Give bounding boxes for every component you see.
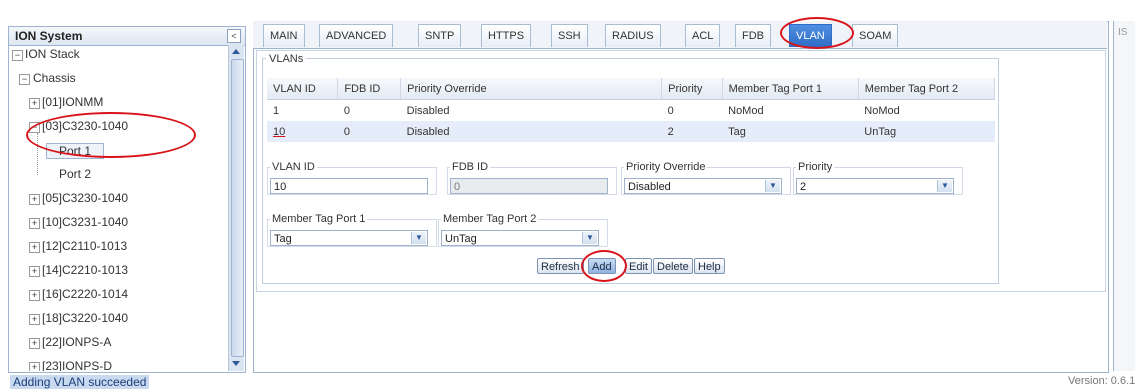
expand-icon[interactable]: +: [29, 362, 40, 371]
tab-main[interactable]: MAIN: [263, 24, 305, 47]
tab-advanced[interactable]: ADVANCED: [319, 24, 394, 47]
right-panel-stub: [1113, 21, 1135, 371]
col-header-member-tag-port-2[interactable]: Member Tag Port 2: [858, 78, 996, 100]
priority-select[interactable]: 2 ▼: [796, 178, 954, 194]
expand-icon[interactable]: +: [29, 98, 40, 109]
priority-override-value: Disabled: [628, 181, 671, 193]
vlans-group-legend: VLANs: [266, 53, 307, 65]
cell-priority: 2: [661, 121, 723, 142]
tree-node-05-c3230-1040[interactable]: [05]C3230-1040: [42, 191, 128, 205]
scroll-up-icon[interactable]: [232, 49, 240, 54]
scroll-down-icon[interactable]: [232, 361, 240, 366]
chevron-down-icon[interactable]: ▼: [582, 232, 597, 244]
chevron-down-icon[interactable]: ▼: [411, 232, 426, 244]
priority-override-select[interactable]: Disabled ▼: [624, 178, 782, 194]
member-tag-port-2-label: Member Tag Port 2: [441, 213, 539, 225]
tree-node-12-c2110-1013[interactable]: [12]C2110-1013: [42, 239, 127, 253]
tree-node-01-ionmm[interactable]: [01]IONMM: [42, 95, 103, 109]
tab-radius[interactable]: RADIUS: [605, 24, 661, 47]
col-header-member-tag-port-1[interactable]: Member Tag Port 1: [722, 78, 859, 100]
tree-scrollbar[interactable]: [228, 45, 244, 371]
member-tag-port-2-value: UnTag: [445, 233, 477, 245]
cell-member-tag-port-1: NoMod: [728, 104, 764, 117]
member-tag-port-1-select[interactable]: Tag ▼: [270, 230, 428, 246]
chevron-down-icon[interactable]: ▼: [937, 180, 952, 192]
col-header-vlan-id[interactable]: VLAN ID: [267, 78, 339, 100]
vlan-table: VLAN ID FDB ID Priority Override Priorit…: [267, 78, 996, 142]
cell-member-tag-port-2: NoMod: [864, 104, 900, 117]
tree-panel-title: ION System: [15, 29, 83, 43]
expand-icon[interactable]: +: [29, 218, 40, 229]
tree-node-port-2[interactable]: Port 2: [59, 167, 91, 181]
annotation-circle-vlan-tab: [780, 17, 854, 49]
annotation-circle-add-button: [581, 250, 627, 282]
member-tag-port-1-label: Member Tag Port 1: [270, 213, 368, 225]
delete-button[interactable]: Delete: [653, 258, 693, 274]
tab-acl[interactable]: ACL: [685, 24, 721, 47]
col-header-fdb-id[interactable]: FDB ID: [337, 78, 402, 100]
tab-fdb[interactable]: FDB: [735, 24, 771, 47]
table-row[interactable]: 1 0 Disabled 0 NoMod NoMod: [267, 100, 995, 122]
cell-priority: 0: [667, 104, 674, 117]
member-tag-port-1-value: Tag: [274, 233, 292, 245]
priority-value: 2: [800, 181, 807, 193]
chevron-down-icon[interactable]: ▼: [765, 180, 780, 192]
right-panel-label: IS: [1118, 27, 1128, 38]
cell-priority-override: Disabled: [400, 121, 662, 142]
cell-vlan-id: 10: [267, 121, 338, 142]
tree-node-10-c3231-1040[interactable]: [10]C3231-1040: [42, 215, 128, 229]
cell-fdb-id: 0: [337, 121, 401, 142]
tab-sntp[interactable]: SNTP: [418, 24, 462, 47]
col-header-priority[interactable]: Priority: [661, 78, 723, 100]
device-tree: − ION Stack − Chassis + [01]IONMM − [03]…: [9, 45, 227, 371]
priority-label: Priority: [796, 161, 835, 173]
tree-node-chassis[interactable]: Chassis: [33, 71, 76, 85]
collapse-icon[interactable]: −: [12, 50, 23, 61]
version-label: Version: 0.6.1: [1068, 375, 1135, 387]
expand-icon[interactable]: +: [29, 338, 40, 349]
cell-member-tag-port-1: Tag: [722, 121, 859, 142]
status-message: Adding VLAN succeeded: [10, 375, 150, 389]
expand-icon[interactable]: +: [29, 314, 40, 325]
collapse-icon[interactable]: −: [19, 74, 30, 85]
tree-node-14-c2210-1013[interactable]: [14]C2210-1013: [42, 263, 128, 277]
annotation-circle-port-1: [26, 112, 196, 158]
tree-node-22-ionps-a[interactable]: [22]IONPS-A: [42, 335, 111, 349]
expand-icon[interactable]: +: [29, 242, 40, 253]
scrollbar-thumb[interactable]: [231, 59, 244, 357]
status-bar: [0, 373, 1135, 391]
tree-node-18-c3220-1040[interactable]: [18]C3220-1040: [42, 311, 128, 325]
tab-https[interactable]: HTTPS: [481, 24, 532, 47]
tab-ssh[interactable]: SSH: [551, 24, 588, 47]
tree-panel-header: ION System <: [8, 26, 246, 46]
expand-icon[interactable]: +: [29, 194, 40, 205]
refresh-button[interactable]: Refresh: [537, 258, 584, 274]
cell-priority-override: Disabled: [406, 104, 450, 117]
tree-node-23-ionps-d[interactable]: [23]IONPS-D: [42, 359, 112, 371]
edit-button[interactable]: Edit: [625, 258, 652, 274]
expand-icon[interactable]: +: [29, 266, 40, 277]
help-button[interactable]: Help: [694, 258, 725, 274]
vlan-id-input[interactable]: 10: [270, 178, 428, 194]
fdb-id-label: FDB ID: [450, 161, 491, 173]
table-row-selected[interactable]: 10 0 Disabled 2 Tag UnTag: [267, 121, 995, 142]
tab-soam[interactable]: SOAM: [852, 24, 899, 47]
cell-fdb-id: 0: [343, 104, 350, 117]
expand-icon[interactable]: +: [29, 290, 40, 301]
cell-member-tag-port-2: UnTag: [858, 121, 995, 142]
tree-node-16-c2220-1014[interactable]: [16]C2220-1014: [42, 287, 128, 301]
vlan-id-label: VLAN ID: [270, 161, 317, 173]
fdb-id-input[interactable]: 0: [450, 178, 608, 194]
collapse-panel-icon[interactable]: <: [227, 29, 241, 43]
priority-override-label: Priority Override: [624, 161, 708, 173]
cell-vlan-id: 1: [273, 104, 280, 117]
col-header-priority-override[interactable]: Priority Override: [400, 78, 663, 100]
member-tag-port-2-select[interactable]: UnTag ▼: [441, 230, 599, 246]
tree-node-ion-stack[interactable]: ION Stack: [25, 47, 80, 61]
